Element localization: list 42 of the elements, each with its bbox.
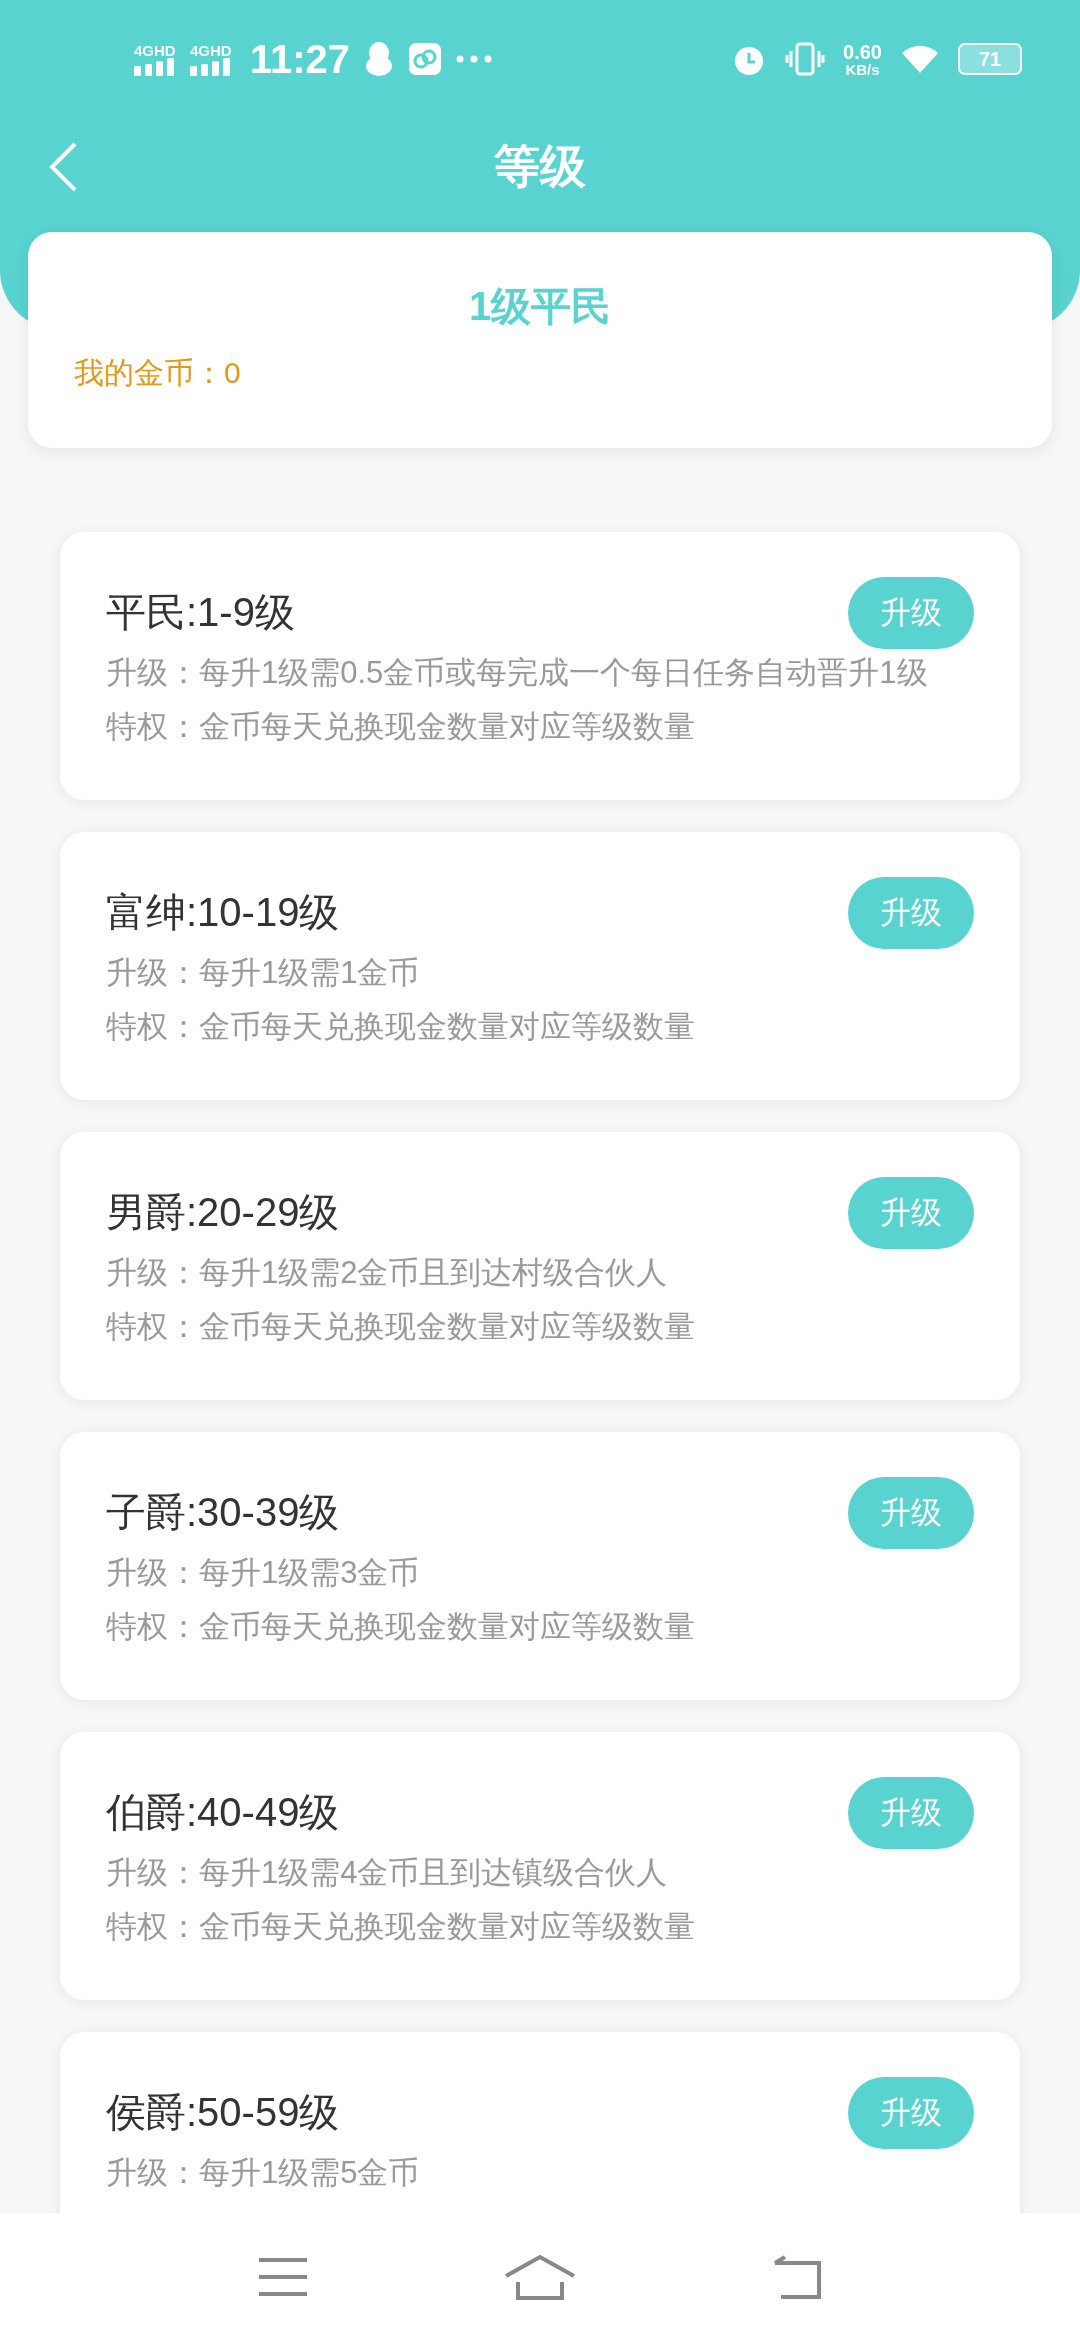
privilege-rule: 特权：金币每天兑换现金数量对应等级数量 <box>106 1008 695 1046</box>
network-label: 4GHD <box>134 42 176 58</box>
upgrade-rule: 升级：每升1级需4金币且到达镇级合伙人 <box>106 1854 668 1892</box>
level-title: 子爵:30-39级 <box>106 1489 340 1536</box>
app-icon <box>408 42 443 76</box>
upgrade-button[interactable]: 升级 <box>848 1477 974 1549</box>
privilege-rule: 特权：金币每天兑换现金数量对应等级数量 <box>106 1608 695 1646</box>
level-title: 富绅:10-19级 <box>106 889 340 936</box>
upgrade-rule: 升级：每升1级需3金币 <box>106 1554 420 1592</box>
level-title: 男爵:20-29级 <box>106 1189 340 1236</box>
privilege-rule: 特权：金币每天兑换现金数量对应等级数量 <box>106 1308 695 1346</box>
upgrade-button[interactable]: 升级 <box>848 1177 974 1249</box>
more-icon <box>456 55 493 63</box>
upgrade-rule: 升级：每升1级需5金币 <box>106 2154 420 2192</box>
speed-unit: KB/s <box>845 61 880 77</box>
page-title: 等级 <box>494 138 586 194</box>
privilege-rule: 特权：金币每天兑换现金数量对应等级数量 <box>106 708 695 746</box>
back-icon[interactable] <box>48 142 78 192</box>
level-title: 平民:1-9级 <box>106 589 295 636</box>
signal-icon <box>134 57 176 76</box>
level-title: 侯爵:50-59级 <box>106 2089 340 2136</box>
network-label: 4GHD <box>190 42 232 58</box>
signal-icon <box>190 57 232 76</box>
upgrade-button[interactable]: 升级 <box>848 577 974 649</box>
battery-level: 71 <box>978 49 1002 69</box>
upgrade-rule: 升级：每升1级需0.5金币或每完成一个每日任务自动晋升1级 <box>106 654 928 692</box>
wifi-icon <box>900 43 940 75</box>
coins-value: 0 <box>224 355 241 391</box>
network-speed: 0.60 <box>843 41 882 62</box>
coins-label: 我的金币： <box>74 355 224 391</box>
status-time: 11:27 <box>250 36 351 83</box>
vibrate-icon <box>785 41 826 77</box>
level-title: 伯爵:40-49级 <box>106 1789 340 1836</box>
upgrade-button[interactable]: 升级 <box>848 1777 974 1849</box>
menu-icon[interactable] <box>257 2256 310 2297</box>
upgrade-button[interactable]: 升级 <box>848 2077 974 2149</box>
home-icon[interactable] <box>504 2253 576 2300</box>
upgrade-rule: 升级：每升1级需1金币 <box>106 954 420 992</box>
privilege-rule: 特权：金币每天兑换现金数量对应等级数量 <box>106 1908 695 1946</box>
upgrade-rule: 升级：每升1级需2金币且到达村级合伙人 <box>106 1254 668 1292</box>
current-level: 1级平民 <box>467 283 613 330</box>
upgrade-button[interactable]: 升级 <box>848 877 974 949</box>
